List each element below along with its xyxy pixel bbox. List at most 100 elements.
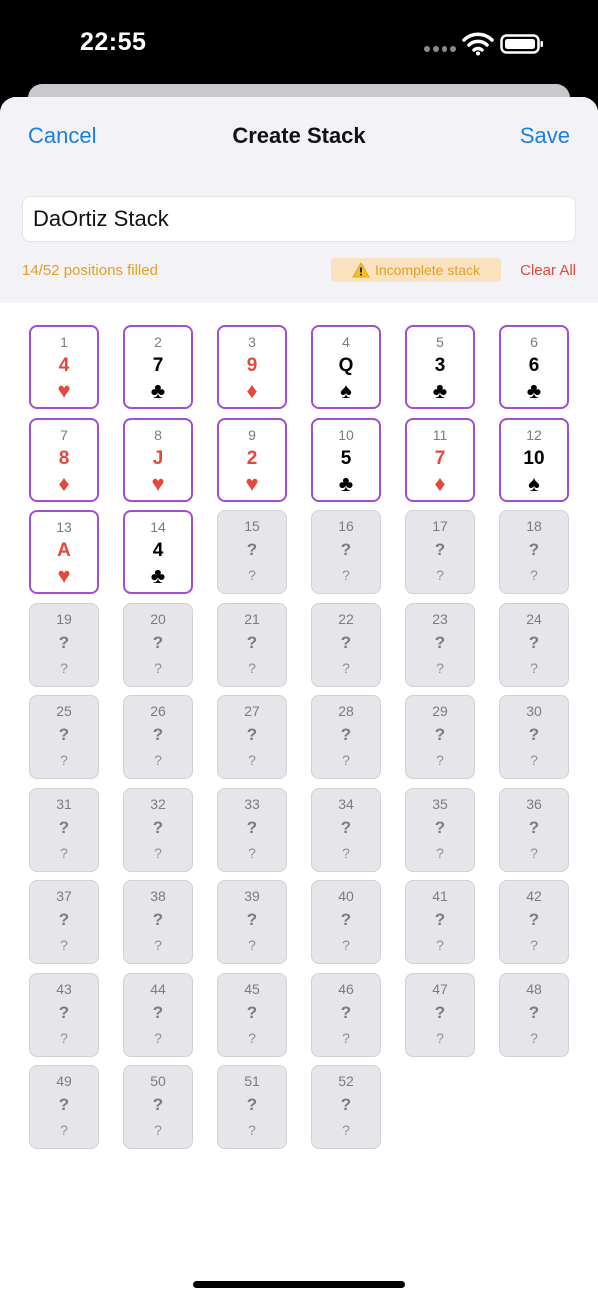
card-position: 8 — [154, 426, 162, 443]
card-position: 25 — [56, 703, 72, 719]
card-slot[interactable]: 8 J ♥ — [123, 417, 193, 502]
card-rank: ? — [58, 817, 70, 837]
card-suit-icon: ? — [154, 1122, 162, 1138]
card-slot[interactable]: 30?? — [499, 695, 569, 779]
card-rank: ? — [340, 725, 352, 744]
card-rank: J — [152, 447, 164, 469]
stack-name-input[interactable] — [22, 196, 576, 242]
card-position: 18 — [526, 518, 542, 534]
card-slot[interactable]: 29?? — [405, 695, 475, 779]
card-slot[interactable]: 1 4 ♥ — [29, 325, 99, 409]
card-position: 22 — [338, 610, 354, 627]
card-rank: ? — [246, 817, 258, 837]
card-position: 11 — [432, 426, 448, 443]
card-slot[interactable]: 42?? — [499, 880, 569, 964]
card-suit-icon: ? — [530, 1029, 538, 1046]
card-suit-icon: ? — [154, 937, 162, 953]
card-rank: ? — [152, 910, 164, 929]
card-slot[interactable]: 52?? — [311, 1065, 381, 1149]
card-position: 1 — [60, 334, 68, 350]
card-slot[interactable]: 49?? — [29, 1065, 99, 1149]
card-slot[interactable]: 23?? — [405, 602, 475, 687]
card-suit-icon: ♥ — [57, 563, 71, 588]
card-slot[interactable]: 14 4 ♣ — [123, 510, 193, 594]
clear-all-button[interactable]: Clear All — [520, 262, 576, 279]
cellular-signal-icon — [424, 46, 456, 52]
card-slot[interactable]: 31?? — [29, 787, 99, 872]
card-slot[interactable]: 15?? — [217, 510, 287, 594]
card-slot[interactable]: 24?? — [499, 602, 569, 687]
card-rank: 10 — [523, 447, 545, 469]
card-suit-icon: ? — [436, 567, 444, 583]
card-rank: ? — [58, 725, 70, 744]
card-slot[interactable]: 19?? — [29, 602, 99, 687]
card-slot[interactable]: 20?? — [123, 602, 193, 687]
card-position: 21 — [244, 610, 260, 627]
card-slot[interactable]: 10 5 ♣ — [311, 417, 381, 502]
card-slot[interactable]: 32?? — [123, 787, 193, 872]
card-slot[interactable]: 40?? — [311, 880, 381, 964]
card-rank: ? — [528, 632, 540, 652]
card-slot[interactable]: 36?? — [499, 787, 569, 872]
card-slot[interactable]: 46?? — [311, 972, 381, 1057]
card-slot[interactable]: 39?? — [217, 880, 287, 964]
card-slot[interactable]: 16?? — [311, 510, 381, 594]
card-suit-icon: ? — [436, 844, 444, 861]
card-position: 10 — [338, 426, 354, 443]
card-rank: ? — [528, 725, 540, 744]
card-slot[interactable]: 34?? — [311, 787, 381, 872]
card-suit-icon: ♥ — [245, 470, 259, 496]
save-button[interactable]: Save — [520, 123, 570, 149]
card-slot[interactable]: 41?? — [405, 880, 475, 964]
card-suit-icon: ♣ — [432, 378, 448, 403]
card-slot[interactable]: 47?? — [405, 972, 475, 1057]
positions-filled-count: 14/52 positions filled — [22, 262, 158, 279]
card-slot[interactable]: 6 6 ♣ — [499, 325, 569, 409]
card-slot[interactable]: 21?? — [217, 602, 287, 687]
card-slot[interactable]: 51?? — [217, 1065, 287, 1149]
card-slot[interactable]: 22?? — [311, 602, 381, 687]
card-rank: ? — [246, 540, 258, 559]
card-slot[interactable]: 7 8 ♦ — [29, 417, 99, 502]
card-slot[interactable]: 44?? — [123, 972, 193, 1057]
status-bar: 22:55 — [0, 0, 598, 84]
card-rank: 5 — [340, 447, 352, 469]
card-slot[interactable]: 18?? — [499, 510, 569, 594]
card-slot[interactable]: 13 A ♥ — [29, 510, 99, 594]
cancel-button[interactable]: Cancel — [28, 123, 96, 149]
card-position: 37 — [56, 888, 72, 904]
card-rank: 2 — [246, 447, 258, 469]
card-slot[interactable]: 25?? — [29, 695, 99, 779]
card-slot[interactable]: 9 2 ♥ — [217, 417, 287, 502]
card-slot[interactable]: 45?? — [217, 972, 287, 1057]
card-suit-icon: ♦ — [434, 470, 446, 496]
card-slot[interactable]: 27?? — [217, 695, 287, 779]
card-slot[interactable]: 5 3 ♣ — [405, 325, 475, 409]
card-position: 15 — [244, 518, 260, 534]
card-rank: 7 — [152, 355, 164, 376]
card-rank: 4 — [152, 540, 164, 561]
card-slot[interactable]: 38?? — [123, 880, 193, 964]
card-slot[interactable]: 17?? — [405, 510, 475, 594]
card-slot[interactable]: 4 Q ♠ — [311, 325, 381, 409]
card-rank: 6 — [528, 355, 540, 376]
card-slot[interactable]: 48?? — [499, 972, 569, 1057]
card-rank: ? — [434, 1002, 446, 1022]
card-slot[interactable]: 37?? — [29, 880, 99, 964]
card-slot[interactable]: 2 7 ♣ — [123, 325, 193, 409]
card-slot[interactable]: 43?? — [29, 972, 99, 1057]
card-suit-icon: ? — [154, 659, 162, 676]
card-slot[interactable]: 26?? — [123, 695, 193, 779]
card-slot[interactable]: 12 10 ♠ — [499, 417, 569, 502]
card-rank: ? — [528, 1002, 540, 1022]
card-slot[interactable]: 11 7 ♦ — [405, 417, 475, 502]
card-slot[interactable]: 50?? — [123, 1065, 193, 1149]
card-slot[interactable]: 33?? — [217, 787, 287, 872]
card-slot[interactable]: 35?? — [405, 787, 475, 872]
card-rank: ? — [152, 1095, 164, 1114]
card-slot[interactable]: 3 9 ♦ — [217, 325, 287, 409]
card-rank: 8 — [58, 447, 70, 469]
card-rank: ? — [434, 817, 446, 837]
card-slot[interactable]: 28?? — [311, 695, 381, 779]
card-suit-icon: ? — [436, 659, 444, 676]
